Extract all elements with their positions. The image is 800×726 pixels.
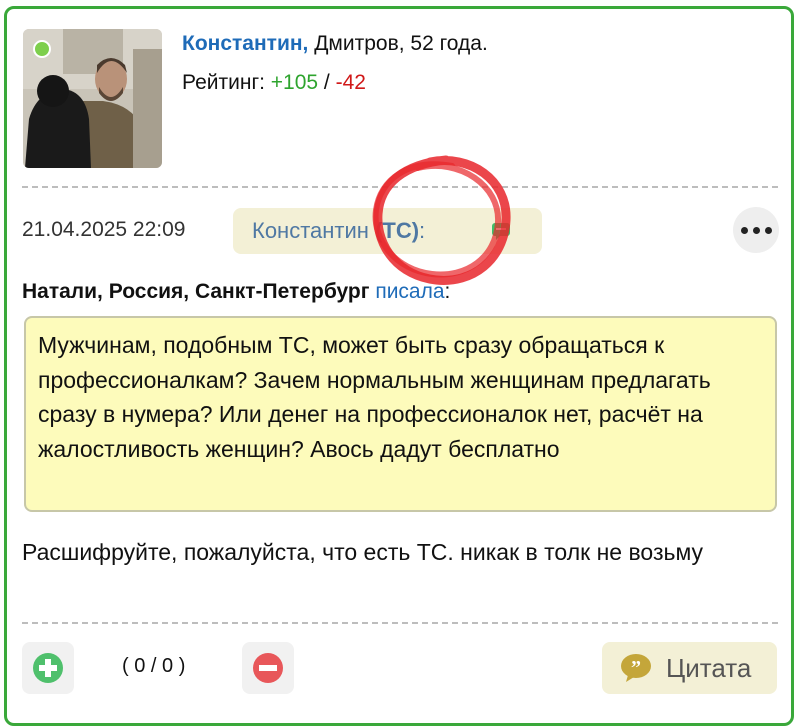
rating-separator: / bbox=[318, 71, 336, 94]
svg-text:”: ” bbox=[631, 657, 641, 679]
author-details: Дмитров, 52 года. bbox=[308, 32, 488, 55]
vote-count: ( 0 / 0 ) bbox=[122, 655, 186, 677]
quote-source-link[interactable]: писала bbox=[375, 280, 444, 303]
author-line: Константин, Дмитров, 52 года. bbox=[182, 32, 488, 56]
reply-to-name: Константин bbox=[252, 218, 369, 243]
quote-button-label: Цитата bbox=[666, 653, 752, 683]
quote-button[interactable]: ” Цитата bbox=[602, 642, 777, 694]
online-status-indicator bbox=[33, 40, 51, 58]
rating-label: Рейтинг: bbox=[182, 71, 271, 94]
rating-plus: +105 bbox=[270, 71, 319, 94]
upvote-button[interactable] bbox=[22, 642, 74, 694]
chat-icon bbox=[492, 223, 510, 240]
quote-icon: ” bbox=[621, 654, 651, 682]
rating-minus: -42 bbox=[335, 71, 366, 94]
quote-author: Натали, Россия, Санкт-Петербург bbox=[22, 280, 370, 303]
quote-header: Натали, Россия, Санкт-Петербург писала: bbox=[22, 280, 450, 304]
more-options-button[interactable] bbox=[733, 207, 779, 253]
reply-to-suffix: : bbox=[419, 218, 426, 243]
header-divider bbox=[22, 186, 778, 188]
rating-line: Рейтинг: +105 / -42 bbox=[182, 71, 366, 95]
plus-icon bbox=[33, 653, 63, 683]
reply-to-label: Константин (ТС): bbox=[252, 218, 425, 244]
post-timestamp: 21.04.2025 22:09 bbox=[22, 218, 186, 241]
reply-to-button[interactable]: Константин (ТС): bbox=[233, 208, 542, 254]
post-body: Расшифруйте, пожалуйста, что есть ТС. ни… bbox=[22, 539, 704, 565]
author-name[interactable]: Константин, bbox=[182, 32, 308, 55]
footer-divider bbox=[22, 622, 778, 624]
reply-to-tag: (ТС) bbox=[375, 218, 420, 243]
downvote-button[interactable] bbox=[242, 642, 294, 694]
quoted-message: Мужчинам, подобным ТС, может быть сразу … bbox=[24, 316, 777, 512]
quote-colon: : bbox=[444, 280, 451, 303]
minus-icon bbox=[253, 653, 283, 683]
